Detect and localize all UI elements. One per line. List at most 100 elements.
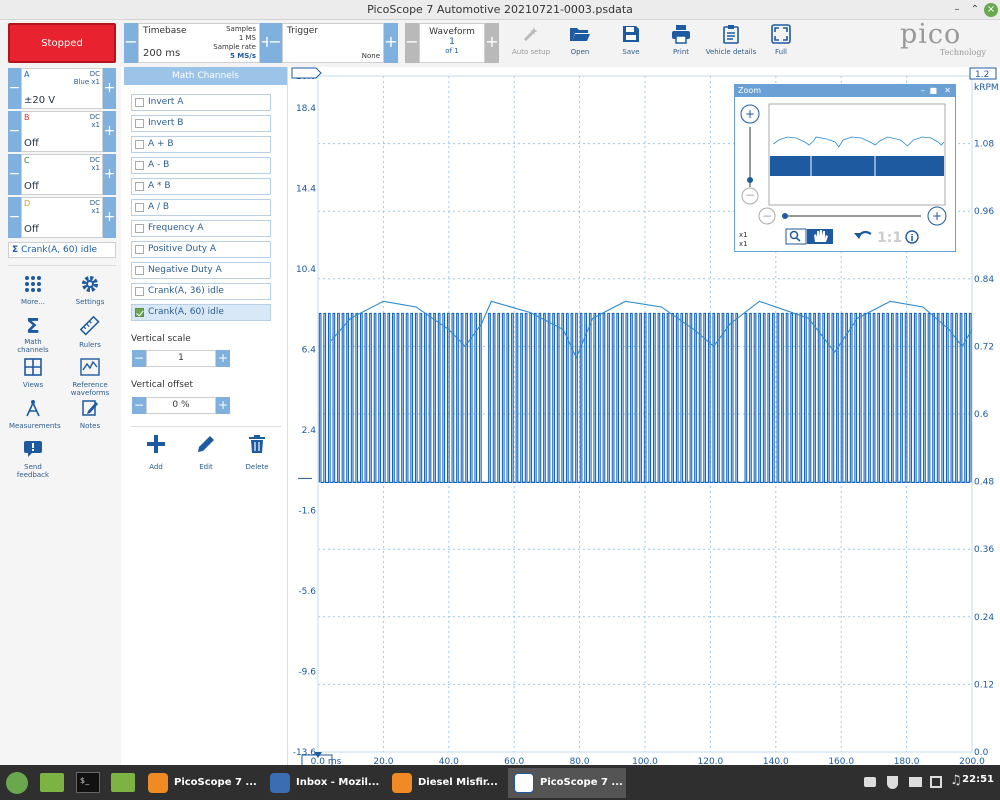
svg-text:−: −	[762, 209, 772, 223]
checkbox-checked[interactable]	[135, 308, 144, 317]
checkbox[interactable]	[135, 182, 144, 191]
channel-b-decrease-button[interactable]: −	[8, 111, 21, 152]
channel-d-decrease-button[interactable]: −	[8, 197, 21, 238]
vertical-offset-decrease-button[interactable]: −	[132, 397, 146, 414]
add-button[interactable]: Add	[136, 434, 176, 471]
trigger-control: − Trigger None +	[268, 23, 398, 63]
print-button[interactable]: Print	[653, 22, 709, 64]
channel-d-increase-button[interactable]: +	[103, 197, 116, 238]
math-item-invert-a[interactable]: Invert A	[131, 94, 271, 111]
settings-button[interactable]: Settings	[66, 275, 114, 306]
reference-waveforms-button[interactable]: Reference waveforms	[66, 358, 114, 397]
show-desktop-icon[interactable]	[40, 773, 64, 792]
delete-button[interactable]: Delete	[237, 434, 277, 471]
zoom-close-icon[interactable]: ✕	[944, 85, 951, 97]
zoom-minimize-icon[interactable]: –	[921, 85, 925, 97]
checkbox[interactable]	[135, 119, 144, 128]
channel-b-increase-button[interactable]: +	[103, 111, 116, 152]
trigger-prev-button[interactable]: −	[268, 23, 282, 63]
wand-icon	[523, 27, 538, 42]
samples-value[interactable]: 1 MS	[239, 34, 256, 42]
full-screen-button[interactable]: Full	[753, 22, 809, 64]
math-item-a-plus-b[interactable]: A + B	[131, 136, 271, 153]
waveform-prev-button[interactable]: −	[405, 23, 419, 63]
channel-a-increase-button[interactable]: +	[103, 68, 116, 109]
volume-icon[interactable]: ♫	[950, 773, 962, 788]
maximize-icon[interactable]: ⌃	[968, 3, 982, 17]
channel-b-settings[interactable]: B DC x1 Off	[21, 111, 103, 152]
math-channel-chip[interactable]: Σ Crank(A, 60) idle	[8, 242, 116, 258]
waveform-chart-icon	[80, 358, 100, 376]
trigger-next-button[interactable]: +	[384, 23, 398, 63]
trigger-mode[interactable]: None	[362, 52, 380, 60]
gear-icon	[82, 276, 98, 292]
taskbar-item-diesel[interactable]: Diesel Misfir...	[386, 768, 504, 798]
timebase-value[interactable]: 200 ms	[143, 48, 180, 59]
measurements-button[interactable]: Measurements	[9, 399, 61, 430]
channel-a-decrease-button[interactable]: −	[8, 68, 21, 109]
timebase-decrease-button[interactable]: −	[124, 23, 138, 63]
shield-icon[interactable]	[887, 776, 898, 789]
vertical-scale-value[interactable]: 1	[146, 350, 216, 367]
checkbox[interactable]	[135, 245, 144, 254]
auto-setup-button[interactable]: Auto setup	[503, 22, 559, 64]
close-icon[interactable]: ×	[984, 3, 998, 17]
math-item-negative-duty-a[interactable]: Negative Duty A	[131, 262, 271, 279]
math-item-a-div-b[interactable]: A / B	[131, 199, 271, 216]
checkbox[interactable]	[135, 140, 144, 149]
notes-button[interactable]: Notes	[66, 399, 114, 430]
zoom-title-bar[interactable]: Zoom – ■ ✕	[735, 85, 955, 97]
checkbox[interactable]	[135, 224, 144, 233]
checkbox[interactable]	[135, 161, 144, 170]
printer-tray-icon[interactable]	[909, 777, 922, 787]
run-stop-button[interactable]: Stopped	[8, 23, 116, 63]
channel-c-increase-button[interactable]: +	[103, 154, 116, 195]
ruler-icon	[79, 315, 100, 336]
checkbox[interactable]	[135, 203, 144, 212]
math-item-a-minus-b[interactable]: A - B	[131, 157, 271, 174]
vertical-offset-control: − 0 % +	[132, 397, 230, 414]
taskbar-item-inbox[interactable]: Inbox - Mozil...	[264, 768, 382, 798]
channel-a-settings[interactable]: A DC Blue x1 ±20 V	[21, 68, 103, 109]
math-item-positive-duty-a[interactable]: Positive Duty A	[131, 241, 271, 258]
views-button[interactable]: Views	[9, 358, 57, 389]
save-button[interactable]: Save	[603, 22, 659, 64]
file-manager-icon[interactable]	[111, 773, 135, 792]
checkbox[interactable]	[135, 266, 144, 275]
zoom-overview-window[interactable]: Zoom – ■ ✕ + − − + i x1 x1 1:1	[734, 84, 956, 252]
math-item-crank-60[interactable]: Crank(A, 60) idle	[131, 304, 271, 321]
math-item-a-times-b[interactable]: A * B	[131, 178, 271, 195]
open-button[interactable]: Open	[552, 22, 608, 64]
send-feedback-button[interactable]: Send feedback	[9, 440, 57, 479]
vertical-scale-decrease-button[interactable]: −	[132, 350, 146, 367]
rulers-button[interactable]: Rulers	[66, 315, 114, 349]
edit-button[interactable]: Edit	[186, 434, 226, 471]
taskbar-item-picoscope-1[interactable]: PicoScope 7 ...	[142, 768, 260, 798]
checkbox[interactable]	[135, 287, 144, 296]
start-menu-icon[interactable]	[6, 772, 28, 794]
zoom-ratio[interactable]: 1:1	[877, 230, 902, 246]
channel-c-decrease-button[interactable]: −	[8, 154, 21, 195]
channel-d-settings[interactable]: D DC x1 Off	[21, 197, 103, 238]
math-item-invert-b[interactable]: Invert B	[131, 115, 271, 132]
vehicle-details-button[interactable]: Vehicle details	[703, 22, 759, 64]
math-channels-button[interactable]: Σ Math channels	[9, 316, 57, 354]
checkbox[interactable]	[135, 98, 144, 107]
zoom-restore-icon[interactable]: ■	[929, 85, 937, 97]
channel-c-settings[interactable]: C DC x1 Off	[21, 154, 103, 195]
vertical-offset-increase-button[interactable]: +	[216, 397, 230, 414]
math-item-frequency-a[interactable]: Frequency A	[131, 220, 271, 237]
waveform-index[interactable]: 1	[420, 37, 484, 47]
sigma-icon: Σ	[12, 245, 19, 255]
vertical-offset-value[interactable]: 0 %	[146, 397, 216, 414]
x-tick-label: 160.0	[828, 757, 854, 765]
vertical-scale-increase-button[interactable]: +	[216, 350, 230, 367]
taskbar-item-picoscope-2[interactable]: PicoScope 7 ...	[508, 768, 626, 798]
dropbox-icon[interactable]	[864, 777, 876, 787]
network-icon[interactable]	[930, 776, 942, 788]
more-button[interactable]: More...	[9, 275, 57, 306]
waveform-next-button[interactable]: +	[485, 23, 499, 63]
minimize-icon[interactable]: –	[950, 3, 964, 17]
terminal-icon[interactable]: $_	[76, 772, 100, 793]
math-item-crank-36[interactable]: Crank(A, 36) idle	[131, 283, 271, 300]
